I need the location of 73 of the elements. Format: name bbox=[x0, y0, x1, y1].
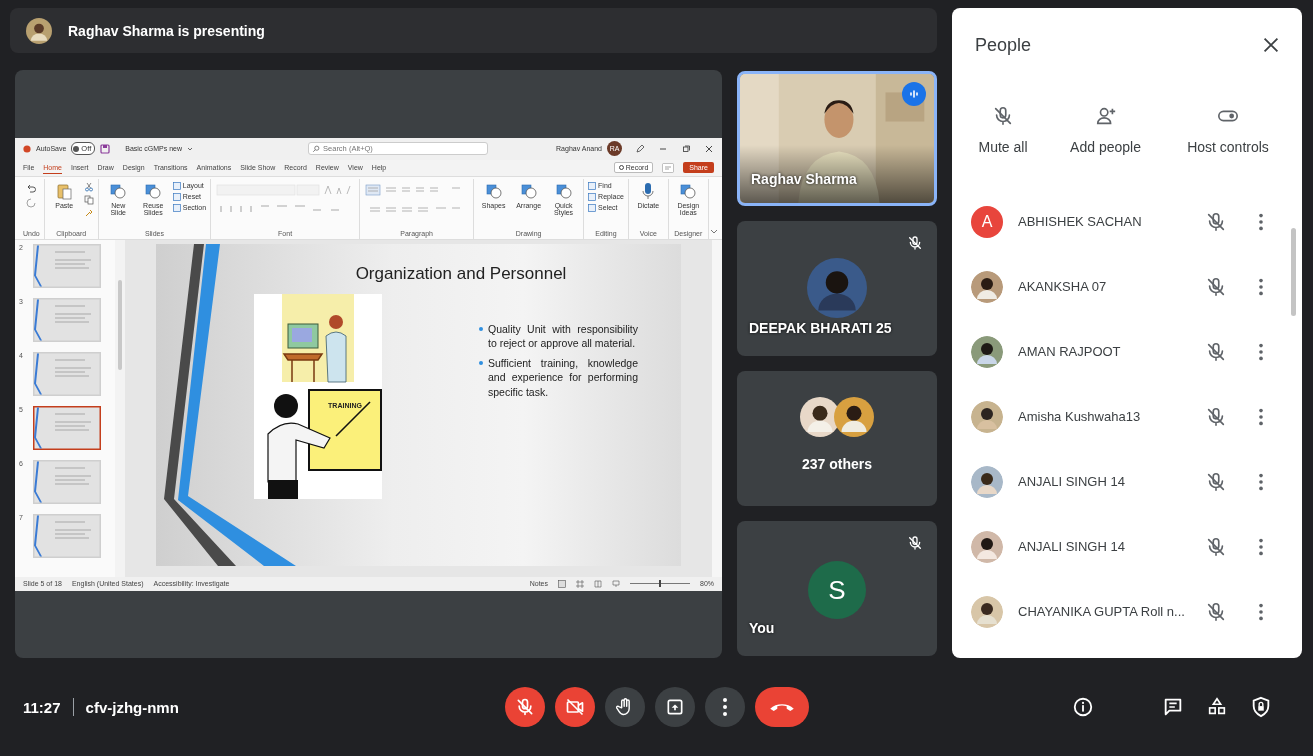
camera-off-icon bbox=[564, 697, 585, 717]
participant-name: DEEPAK BHARATI 25 bbox=[749, 320, 892, 336]
copy-icon[interactable] bbox=[83, 194, 94, 205]
mic-off-icon[interactable] bbox=[1205, 535, 1227, 558]
slide-thumbnail[interactable] bbox=[33, 351, 101, 396]
shape-icon bbox=[679, 181, 698, 200]
more-button[interactable] bbox=[704, 687, 745, 727]
slide-thumbnail[interactable] bbox=[33, 243, 101, 288]
slide-thumbnail[interactable] bbox=[33, 513, 101, 558]
present-button[interactable] bbox=[654, 687, 695, 727]
mic-off-icon bbox=[992, 105, 1014, 127]
slide-thumbnail[interactable] bbox=[33, 405, 101, 450]
mic-button[interactable] bbox=[504, 687, 545, 727]
shape-icon bbox=[144, 181, 163, 200]
hand-button[interactable] bbox=[604, 687, 645, 727]
leave-button[interactable] bbox=[754, 687, 809, 727]
mic-off-icon[interactable] bbox=[1205, 600, 1227, 623]
scrollbar[interactable] bbox=[1291, 228, 1296, 316]
mic-off-icon[interactable] bbox=[1205, 210, 1227, 233]
scissors-icon[interactable] bbox=[83, 181, 94, 192]
participant-name: AMAN RAJPOOT bbox=[1018, 344, 1122, 359]
meeting-code: cfv-jzhg-nmn bbox=[85, 698, 179, 716]
bullet-icon bbox=[479, 360, 483, 365]
more-icon bbox=[722, 698, 727, 716]
slide-thumbnail[interactable] bbox=[33, 297, 101, 342]
mic-off-icon[interactable] bbox=[1205, 275, 1227, 298]
user-avatar: A bbox=[971, 205, 1003, 238]
meeting-time: 11:27 bbox=[23, 698, 61, 716]
caret-icon bbox=[187, 145, 194, 152]
normal-view-icon[interactable] bbox=[558, 579, 566, 588]
mic-off-icon[interactable] bbox=[1205, 470, 1227, 493]
panel-title: People bbox=[975, 34, 1032, 56]
camera-button[interactable] bbox=[554, 687, 595, 727]
bullet-icon bbox=[479, 326, 483, 331]
participant-name: CHAYANIKA GUPTA Roll n... bbox=[1018, 604, 1186, 619]
participant-name: ABHISHEK SACHAN bbox=[1018, 214, 1143, 229]
shield-icon[interactable] bbox=[1250, 696, 1272, 718]
clipboard-icon bbox=[55, 181, 74, 200]
shape-icon bbox=[554, 181, 573, 200]
close-icon[interactable] bbox=[704, 143, 714, 154]
presenter-label: Raghav Sharma is presenting bbox=[68, 22, 265, 39]
participant-name: Raghav Sharma bbox=[751, 171, 857, 187]
brush-icon[interactable] bbox=[83, 207, 94, 218]
participant-name: ANJALI SINGH 14 bbox=[1018, 539, 1126, 554]
scrollbar[interactable] bbox=[712, 239, 722, 577]
participant-name: You bbox=[749, 620, 775, 636]
add-person-icon bbox=[1094, 105, 1117, 127]
slide-title: Organization and Personnel bbox=[354, 263, 568, 284]
panel-action[interactable]: Host controls bbox=[1158, 105, 1298, 155]
mic-off-icon[interactable] bbox=[1205, 405, 1227, 428]
panel-action[interactable]: Add people bbox=[1053, 105, 1158, 155]
bullet-text: Sufficient training, knowledge and experience for performing specific task. bbox=[488, 355, 638, 399]
user-avatar: S bbox=[808, 561, 866, 619]
participant-name: Amisha Kushwaha13 bbox=[1018, 409, 1142, 424]
mic-off-icon[interactable] bbox=[1205, 340, 1227, 363]
shape-icon bbox=[109, 181, 128, 200]
bullet-text: Quality Unit with responsibility to reject or approve all material. bbox=[488, 321, 638, 351]
others-count[interactable]: 237 others bbox=[801, 456, 872, 472]
save-icon[interactable] bbox=[100, 143, 111, 154]
participant-name: AKANKSHA 07 bbox=[1018, 279, 1108, 294]
shape-icon bbox=[519, 181, 538, 200]
slide-thumbnail[interactable] bbox=[33, 459, 101, 504]
shape-icon bbox=[484, 181, 503, 200]
phone-icon bbox=[769, 703, 794, 711]
scrollbar[interactable] bbox=[115, 239, 125, 577]
search-icon bbox=[312, 144, 321, 153]
participant-name: ANJALI SINGH 14 bbox=[1018, 474, 1126, 489]
pen-icon[interactable] bbox=[635, 143, 645, 154]
panel-action[interactable]: Mute all bbox=[953, 105, 1053, 155]
chat-icon[interactable] bbox=[1162, 696, 1184, 718]
info-icon[interactable] bbox=[1072, 696, 1094, 718]
app-logo-icon bbox=[23, 144, 31, 153]
restore-icon[interactable] bbox=[681, 143, 691, 154]
